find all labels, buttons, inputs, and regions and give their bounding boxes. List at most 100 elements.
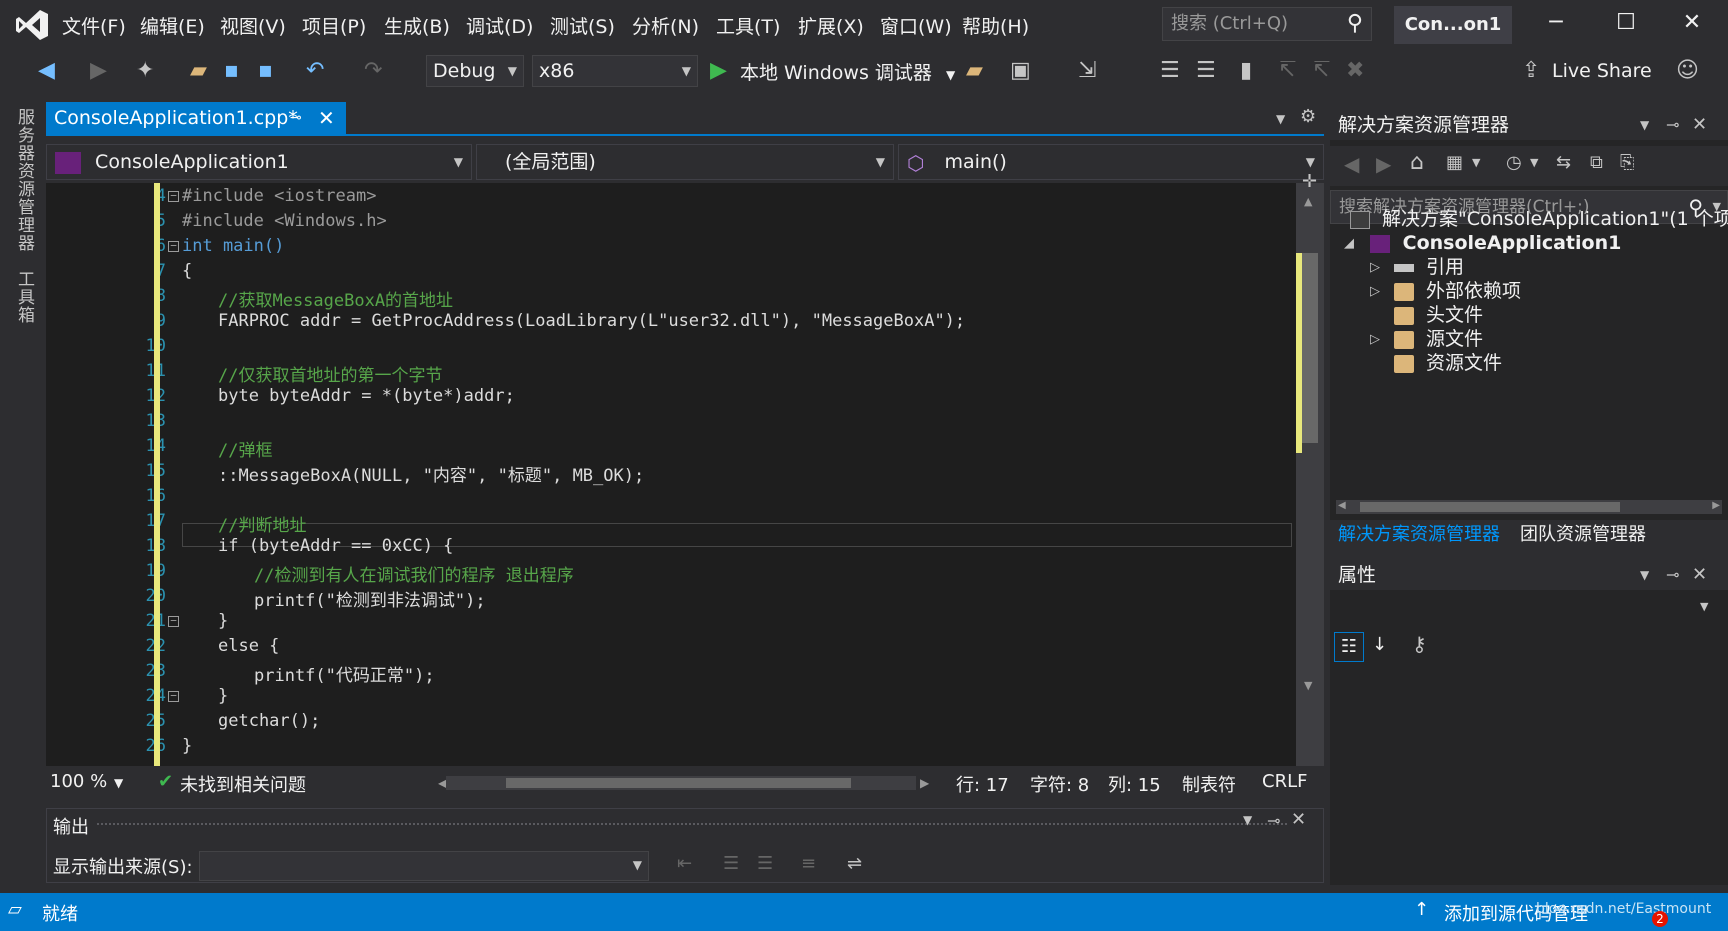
expand-arrow-icon[interactable]: ▷ [1370, 260, 1380, 275]
tree-item-external-dependencies[interactable]: 外部依赖项 [1394, 278, 1521, 304]
switch-views-icon[interactable]: ▦ [1446, 152, 1463, 173]
prev-bookmark-icon[interactable]: ↸ [1278, 58, 1296, 83]
output-source-select[interactable]: ▼ [199, 851, 649, 881]
step-icon[interactable]: ⇲ [1078, 58, 1096, 83]
line-ending[interactable]: CRLF [1262, 771, 1307, 792]
save-all-icon[interactable]: ▪ [258, 58, 273, 83]
menu-build[interactable]: 生成(B) [384, 12, 450, 39]
prev-message-icon[interactable]: ☰ [723, 853, 739, 874]
tree-item-resource-files[interactable]: 资源文件 [1394, 350, 1502, 376]
pin-icon[interactable]: ⊸ [1666, 110, 1679, 140]
gear-icon[interactable]: ⚙ [1300, 106, 1316, 127]
fold-toggle[interactable]: − [168, 615, 179, 627]
redo-icon[interactable]: ↷ [364, 58, 382, 83]
split-editor-icon[interactable]: ✛ [1302, 171, 1317, 192]
search-input[interactable]: 搜索 (Ctrl+Q) ⚲ [1162, 7, 1372, 41]
chevron-down-icon[interactable]: ▼ [114, 776, 123, 790]
menu-project[interactable]: 项目(P) [302, 12, 366, 39]
next-bookmark-icon[interactable]: ↸ [1312, 58, 1330, 83]
pending-changes-icon[interactable]: ◷ [1506, 152, 1522, 173]
menu-test[interactable]: 测试(S) [550, 12, 615, 39]
bookmark-icon[interactable]: ▮ [1240, 58, 1252, 83]
menu-file[interactable]: 文件(F) [62, 12, 126, 39]
notification-badge[interactable]: 2 [1652, 911, 1668, 927]
menu-tools[interactable]: 工具(T) [716, 12, 780, 39]
close-icon[interactable]: ✕ [1692, 110, 1707, 140]
fold-toggle[interactable]: − [168, 690, 179, 702]
chevron-down-icon[interactable]: ▼ [1276, 112, 1285, 126]
scroll-right-icon[interactable]: ▶ [920, 776, 929, 790]
collapse-arrow-icon[interactable]: ◢ [1344, 236, 1354, 251]
chevron-down-icon[interactable]: ▼ [1640, 110, 1649, 140]
scroll-thumb[interactable] [506, 778, 851, 788]
chevron-down-icon[interactable]: ▼ [1472, 156, 1480, 169]
tree-item-header-files[interactable]: 头文件 [1394, 302, 1483, 328]
next-message-icon[interactable]: ☰ [757, 853, 773, 874]
chevron-down-icon[interactable]: ▼ [1700, 600, 1708, 613]
clear-all-icon[interactable]: ≡ [801, 853, 816, 874]
minimize-button[interactable]: ─ [1536, 10, 1576, 35]
editor-vertical-scrollbar[interactable]: ✛ ▲ ▼ [1296, 171, 1324, 766]
project-node[interactable]: ConsoleApplication1 [1370, 230, 1621, 256]
member-navigation-select[interactable]: ⬡ main() ▼ [898, 144, 1324, 180]
forward-icon[interactable]: ▶ [1376, 152, 1391, 176]
scroll-right-icon[interactable]: ▶ [1712, 500, 1720, 511]
feedback-icon[interactable]: ☺ [1676, 58, 1699, 83]
zoom-select[interactable]: 100 % [50, 771, 107, 792]
word-wrap-icon[interactable]: ⇌ [847, 853, 862, 874]
drag-grip[interactable] [97, 823, 1287, 829]
live-share-button[interactable]: Live Share [1552, 60, 1652, 82]
solution-node[interactable]: 解决方案"ConsoleApplication1"(1 个项目 [1350, 206, 1728, 232]
collapse-all-icon[interactable]: ⧉ [1590, 152, 1603, 173]
code-text[interactable]: #include <iostream> #include <Windows.h>… [182, 183, 1282, 766]
back-icon[interactable]: ◀ [38, 58, 55, 83]
pin-icon[interactable]: ⊸ [1666, 560, 1679, 590]
pin-icon[interactable]: ⊸ [290, 102, 302, 134]
scroll-up-icon[interactable]: ▲ [1304, 195, 1312, 208]
open-file-icon[interactable]: ▰ [190, 58, 207, 83]
server-explorer-tab[interactable]: 服务器资源管理器 [12, 108, 37, 252]
indent-mode[interactable]: 制表符 [1182, 771, 1236, 797]
undo-icon[interactable]: ↶ [306, 58, 324, 83]
scroll-down-icon[interactable]: ▼ [1304, 679, 1312, 692]
chevron-down-icon[interactable]: ▼ [1243, 813, 1252, 827]
save-icon[interactable]: ▪ [224, 58, 239, 83]
folder-icon[interactable]: ▰ [966, 58, 983, 83]
close-icon[interactable]: ✕ [1291, 809, 1306, 830]
expand-arrow-icon[interactable]: ▷ [1370, 284, 1380, 299]
close-icon[interactable]: ✕ [318, 102, 335, 134]
browser-icon[interactable]: ▣ [1010, 58, 1031, 83]
toolbox-tab[interactable]: 工具箱 [12, 270, 37, 324]
chevron-down-icon[interactable]: ▼ [1530, 156, 1538, 169]
go-to-output-icon[interactable]: ⇤ [677, 853, 692, 874]
start-debugger-button[interactable]: 本地 Windows 调试器 ▼ [740, 58, 955, 85]
notification-icon[interactable]: ▱ [8, 899, 22, 920]
chevron-down-icon[interactable]: ▼ [946, 68, 955, 82]
fold-toggle[interactable]: − [168, 240, 179, 252]
property-pages-icon[interactable]: ⚷ [1412, 632, 1427, 656]
menu-help[interactable]: 帮助(H) [962, 12, 1029, 39]
platform-select[interactable]: x86 ▼ [532, 55, 698, 87]
pin-icon[interactable]: ⊸ [1267, 811, 1280, 830]
scroll-thumb[interactable] [1302, 253, 1318, 443]
configuration-select[interactable]: Debug ▼ [426, 55, 524, 87]
show-all-files-icon[interactable]: ⎘ [1620, 152, 1634, 173]
menu-window[interactable]: 窗口(W) [880, 12, 952, 39]
tree-item-source-files[interactable]: 源文件 [1394, 326, 1483, 352]
scope-navigation-select[interactable]: (全局范围) ▼ [476, 144, 894, 180]
menu-debug[interactable]: 调试(D) [466, 12, 533, 39]
categorized-icon[interactable]: ☷ [1334, 632, 1364, 662]
menu-extensions[interactable]: 扩展(X) [798, 12, 864, 39]
issues-status[interactable]: 未找到相关问题 [180, 771, 306, 797]
sync-icon[interactable]: ⇆ [1556, 152, 1571, 173]
project-navigation-select[interactable]: ConsoleApplication1 ▼ [46, 144, 472, 180]
home-icon[interactable]: ⌂ [1410, 150, 1424, 175]
menu-view[interactable]: 视图(V) [220, 12, 286, 39]
start-debugging-icon[interactable]: ▶ [710, 58, 727, 83]
code-editor[interactable]: 4 5 6 7 8 9 10 11 12 13 14 15 16 17 18 1… [46, 183, 1296, 766]
chevron-down-icon[interactable]: ▼ [1640, 560, 1649, 590]
forward-icon[interactable]: ▶ [90, 58, 107, 83]
solution-horizontal-scrollbar[interactable]: ◀ ▶ [1336, 500, 1722, 514]
clear-bookmarks-icon[interactable]: ✖ [1346, 58, 1364, 83]
expand-arrow-icon[interactable]: ▷ [1370, 332, 1380, 347]
